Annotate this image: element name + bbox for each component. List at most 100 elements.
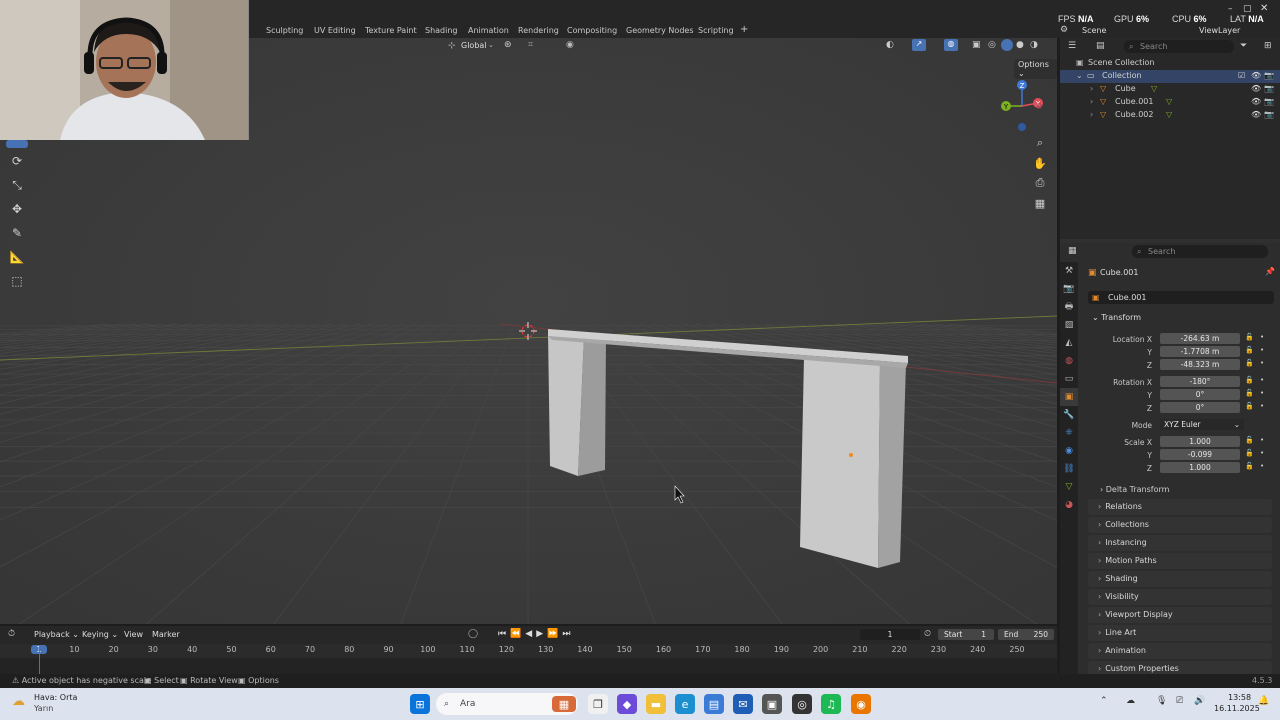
minimize-icon[interactable]: –: [1228, 4, 1233, 14]
timeline-menu[interactable]: Keying ⌄: [82, 630, 118, 639]
collection-expand-icon[interactable]: ⌄: [1076, 71, 1083, 80]
keyframe-dot-icon[interactable]: •: [1260, 359, 1264, 367]
scale-y-field[interactable]: -0.099: [1160, 449, 1240, 460]
object-name-field[interactable]: ▣ Cube.001: [1088, 291, 1274, 304]
timeline-editor-icon[interactable]: ⏱: [8, 629, 15, 639]
lock-icon[interactable]: 🔓: [1245, 346, 1254, 354]
workspace-tab[interactable]: Sculpting: [266, 26, 303, 38]
properties-panel-header[interactable]: › Instancing: [1088, 535, 1272, 551]
outliner-search-input[interactable]: ⌕ Search: [1124, 40, 1234, 53]
properties-panel-header[interactable]: › Shading: [1088, 571, 1272, 587]
constraints-tab-icon[interactable]: ⛓: [1060, 460, 1078, 478]
zoom-icon[interactable]: ⌕: [1032, 135, 1048, 151]
checkbox-icon[interactable]: ☑: [1238, 71, 1245, 80]
world-tab-icon[interactable]: ◍: [1060, 352, 1078, 370]
display-mode-icon[interactable]: ▤: [1096, 41, 1105, 51]
location-z-field[interactable]: -48.323 m: [1160, 359, 1240, 370]
tray-network-icon[interactable]: ⎚: [1176, 696, 1183, 706]
particles-tab-icon[interactable]: ⁜: [1060, 424, 1078, 442]
snap-icon[interactable]: ⌗: [528, 40, 533, 50]
outliner-editor-icon[interactable]: ☰: [1068, 41, 1076, 51]
tray-chevron-icon[interactable]: ⌃: [1100, 696, 1108, 706]
location-y-field[interactable]: -1.7708 m: [1160, 346, 1240, 357]
data-tab-icon[interactable]: ▽: [1060, 478, 1078, 496]
delta-transform-subpanel[interactable]: › Delta Transform: [1100, 485, 1169, 494]
pivot-icon[interactable]: ⊛: [504, 40, 512, 50]
tray-volume-icon[interactable]: 🔊: [1194, 696, 1205, 706]
properties-editor-icon[interactable]: ▦: [1068, 246, 1077, 256]
outlook-icon[interactable]: ✉: [733, 694, 753, 714]
properties-panel-header[interactable]: › Viewport Display: [1088, 607, 1272, 623]
keyframe-area[interactable]: [0, 658, 1057, 674]
visibility-icon[interactable]: ◐: [886, 40, 894, 50]
playback-controls[interactable]: ⏮⏪◀▶⏩⏭: [498, 629, 574, 639]
playhead-line[interactable]: [39, 645, 40, 674]
add-workspace-icon[interactable]: +: [740, 24, 748, 36]
eye-icon[interactable]: 👁: [1251, 97, 1261, 106]
keyframe-dot-icon[interactable]: •: [1260, 436, 1264, 444]
view-layer-selector[interactable]: ViewLayer: [1199, 26, 1240, 35]
scale-z-field[interactable]: 1.000: [1160, 462, 1240, 473]
spotify-icon[interactable]: ♫: [821, 694, 841, 714]
tray-mic-icon[interactable]: 🎙: [1156, 696, 1167, 706]
properties-search-input[interactable]: ⌕ Search: [1132, 245, 1268, 258]
rotate-tool-icon[interactable]: ⟳: [6, 150, 28, 172]
tray-cloud-icon[interactable]: ☁: [1126, 696, 1135, 706]
rotation-mode-dropdown[interactable]: XYZ Euler ⌄: [1160, 419, 1244, 430]
expand-arrow-icon[interactable]: ›: [1090, 97, 1093, 106]
move-tool-button[interactable]: [6, 140, 28, 148]
scale-x-field[interactable]: 1.000: [1160, 436, 1240, 447]
add-cube-tool-icon[interactable]: ⬚: [6, 270, 28, 292]
eye-icon[interactable]: 👁: [1251, 84, 1261, 93]
material-shading-icon[interactable]: ●: [1016, 40, 1024, 50]
proportional-edit-icon[interactable]: ◉: [566, 40, 574, 50]
expand-arrow-icon[interactable]: ›: [1090, 84, 1093, 93]
material-tab-icon[interactable]: ◕: [1060, 496, 1078, 514]
transform-orientation-dropdown[interactable]: Global: [461, 41, 487, 50]
weather-line1[interactable]: Hava: Orta: [34, 693, 77, 702]
pin-icon[interactable]: 📌: [1265, 267, 1275, 276]
workspace-tab[interactable]: UV Editing: [314, 26, 356, 38]
keyframe-dot-icon[interactable]: •: [1260, 376, 1264, 384]
eye-icon[interactable]: 👁: [1251, 110, 1261, 119]
properties-panel-header[interactable]: › Motion Paths: [1088, 553, 1272, 569]
auto-keying-icon[interactable]: ◯: [468, 629, 478, 639]
modifier-tab-icon[interactable]: 🔧: [1060, 406, 1078, 424]
expand-arrow-icon[interactable]: ›: [1090, 110, 1093, 119]
keyframe-dot-icon[interactable]: •: [1260, 402, 1264, 410]
properties-panel-header[interactable]: › Visibility: [1088, 589, 1272, 605]
annotate-tool-icon[interactable]: ✎: [6, 222, 28, 244]
blender-icon[interactable]: ◉: [851, 694, 871, 714]
camera-icon[interactable]: 📷: [1264, 110, 1274, 119]
xray-icon[interactable]: ▣: [972, 40, 981, 50]
render-tab-icon[interactable]: 📷: [1060, 280, 1078, 298]
workspace-tab[interactable]: Rendering: [518, 26, 559, 38]
filter-icon[interactable]: ⏷: [1240, 41, 1247, 51]
notification-bell-icon[interactable]: 🔔: [1258, 696, 1269, 706]
outliner-scene-collection[interactable]: ▣ Scene Collection: [1060, 57, 1280, 70]
transform-panel-header[interactable]: ⌄ Transform: [1092, 313, 1141, 322]
end-frame-field[interactable]: End 250: [998, 629, 1054, 640]
edge-browser-icon[interactable]: e: [675, 694, 695, 714]
output-tab-icon[interactable]: 🖶: [1060, 298, 1078, 316]
properties-panel-header[interactable]: › Relations: [1088, 499, 1272, 515]
task-view-icon[interactable]: ❐: [588, 694, 608, 714]
keyframe-dot-icon[interactable]: •: [1260, 449, 1264, 457]
tool-tab-icon[interactable]: ⚒: [1060, 262, 1078, 280]
start-menu-icon[interactable]: ⊞: [410, 694, 430, 714]
physics-tab-icon[interactable]: ◉: [1060, 442, 1078, 460]
lock-icon[interactable]: 🔓: [1245, 462, 1254, 470]
location-x-field[interactable]: -264.63 m: [1160, 333, 1240, 344]
scene-tab-icon[interactable]: ◭: [1060, 334, 1078, 352]
clock-date[interactable]: 16.11.2025: [1214, 704, 1260, 713]
timeline-menu[interactable]: Playback ⌄: [34, 630, 79, 639]
workspace-tab[interactable]: Compositing: [567, 26, 617, 38]
lock-icon[interactable]: 🔓: [1245, 376, 1254, 384]
maximize-icon[interactable]: ▢: [1243, 4, 1252, 14]
lock-icon[interactable]: 🔓: [1245, 389, 1254, 397]
file-explorer-icon[interactable]: ▬: [646, 694, 666, 714]
lock-icon[interactable]: 🔓: [1245, 449, 1254, 457]
scale-tool-icon[interactable]: ⤡: [6, 174, 28, 196]
camera-icon[interactable]: 📷: [1264, 71, 1274, 80]
copilot-icon[interactable]: ◆: [617, 694, 637, 714]
